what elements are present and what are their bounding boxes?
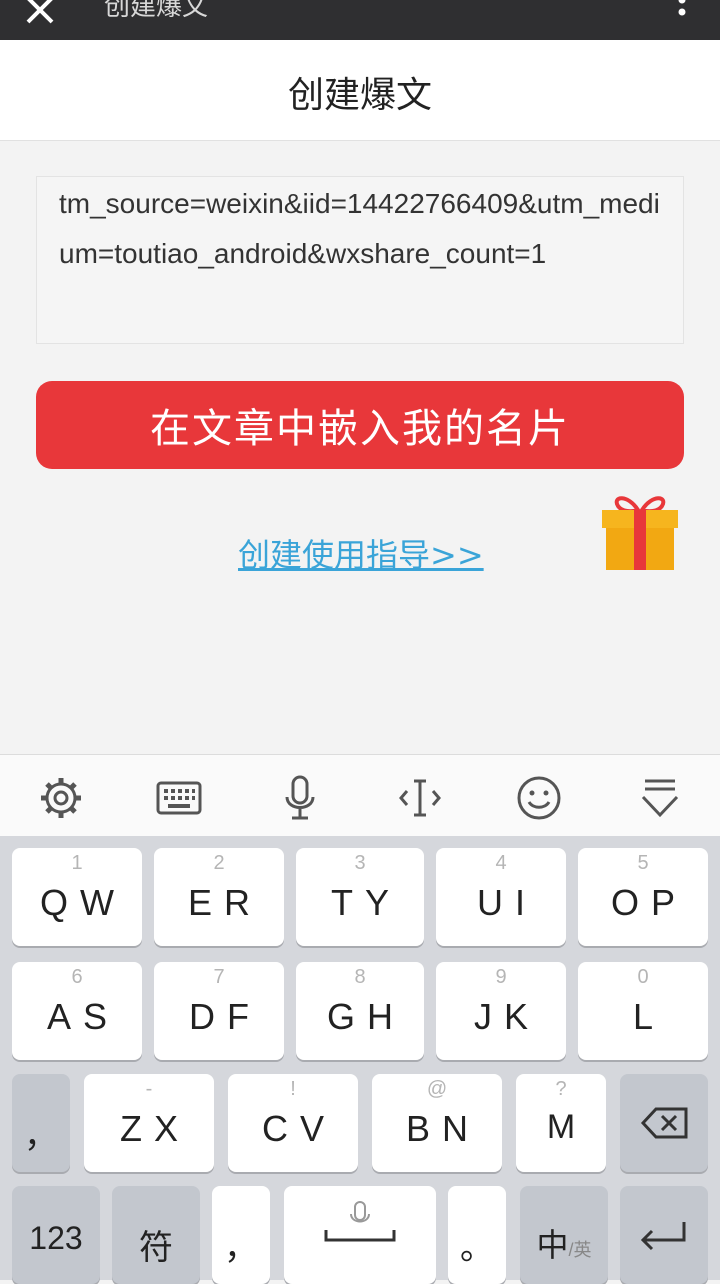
collapse-keyboard-icon[interactable] xyxy=(637,775,683,821)
period-key[interactable]: 。 xyxy=(448,1186,506,1284)
key-qw[interactable]: 1 QW xyxy=(12,848,142,946)
enter-icon xyxy=(640,1222,686,1251)
app-bar: 创建爆文 xyxy=(0,0,720,40)
language-switch-key[interactable]: 中/英 xyxy=(520,1186,608,1284)
key-bn[interactable]: @ BN xyxy=(372,1074,502,1172)
lang-primary: 中 xyxy=(536,1227,569,1263)
number-mode-key[interactable]: 123 xyxy=(12,1186,100,1284)
key-ui[interactable]: 4 UI xyxy=(436,848,566,946)
gift-icon[interactable] xyxy=(598,492,682,574)
lang-secondary: /英 xyxy=(568,1240,592,1260)
close-icon[interactable] xyxy=(22,0,58,30)
key-l[interactable]: 0 L xyxy=(578,962,708,1060)
key-jk[interactable]: 9 JK xyxy=(436,962,566,1060)
key-df[interactable]: 7 DF xyxy=(154,962,284,1060)
page-header: 创建爆文 xyxy=(0,40,720,141)
gear-icon[interactable] xyxy=(38,775,84,821)
key-comma-left[interactable]: ， xyxy=(12,1074,70,1172)
page-title: 创建爆文 xyxy=(287,75,432,116)
backspace-icon xyxy=(640,1107,688,1139)
smiley-icon[interactable] xyxy=(516,775,562,821)
backspace-key[interactable] xyxy=(620,1074,708,1172)
enter-key[interactable] xyxy=(620,1186,708,1284)
key-ty[interactable]: 3 TY xyxy=(296,848,424,946)
space-voice-icon xyxy=(324,1201,396,1242)
usage-guide-link[interactable]: 创建使用指导>> xyxy=(238,530,484,576)
keyboard-icon[interactable] xyxy=(156,775,202,821)
key-er[interactable]: 2 ER xyxy=(154,848,284,946)
comma-key[interactable]: ， xyxy=(212,1186,270,1284)
more-vertical-icon[interactable] xyxy=(676,0,688,20)
microphone-icon[interactable] xyxy=(277,775,323,821)
key-cv[interactable]: ! CV xyxy=(228,1074,358,1172)
key-zx[interactable]: - ZX xyxy=(84,1074,214,1172)
space-key[interactable] xyxy=(284,1186,436,1284)
keyboard-toolbar xyxy=(0,754,720,837)
embed-card-button[interactable]: 在文章中嵌入我的名片 xyxy=(36,381,684,469)
symbol-mode-key[interactable]: 符 xyxy=(112,1186,200,1284)
url-text-field[interactable]: tm_source=weixin&iid=14422766409&utm_med… xyxy=(36,176,684,344)
key-op[interactable]: 5 OP xyxy=(578,848,708,946)
app-bar-title: 创建爆文 xyxy=(104,0,209,22)
keyboard: 1 QW 2 ER 3 TY 4 UI 5 OP 6 AS 7 DF 8 GH … xyxy=(0,836,720,1284)
key-as[interactable]: 6 AS xyxy=(12,962,142,1060)
key-gh[interactable]: 8 GH xyxy=(296,962,424,1060)
key-m[interactable]: ? M xyxy=(516,1074,606,1172)
cursor-icon[interactable] xyxy=(397,775,443,821)
